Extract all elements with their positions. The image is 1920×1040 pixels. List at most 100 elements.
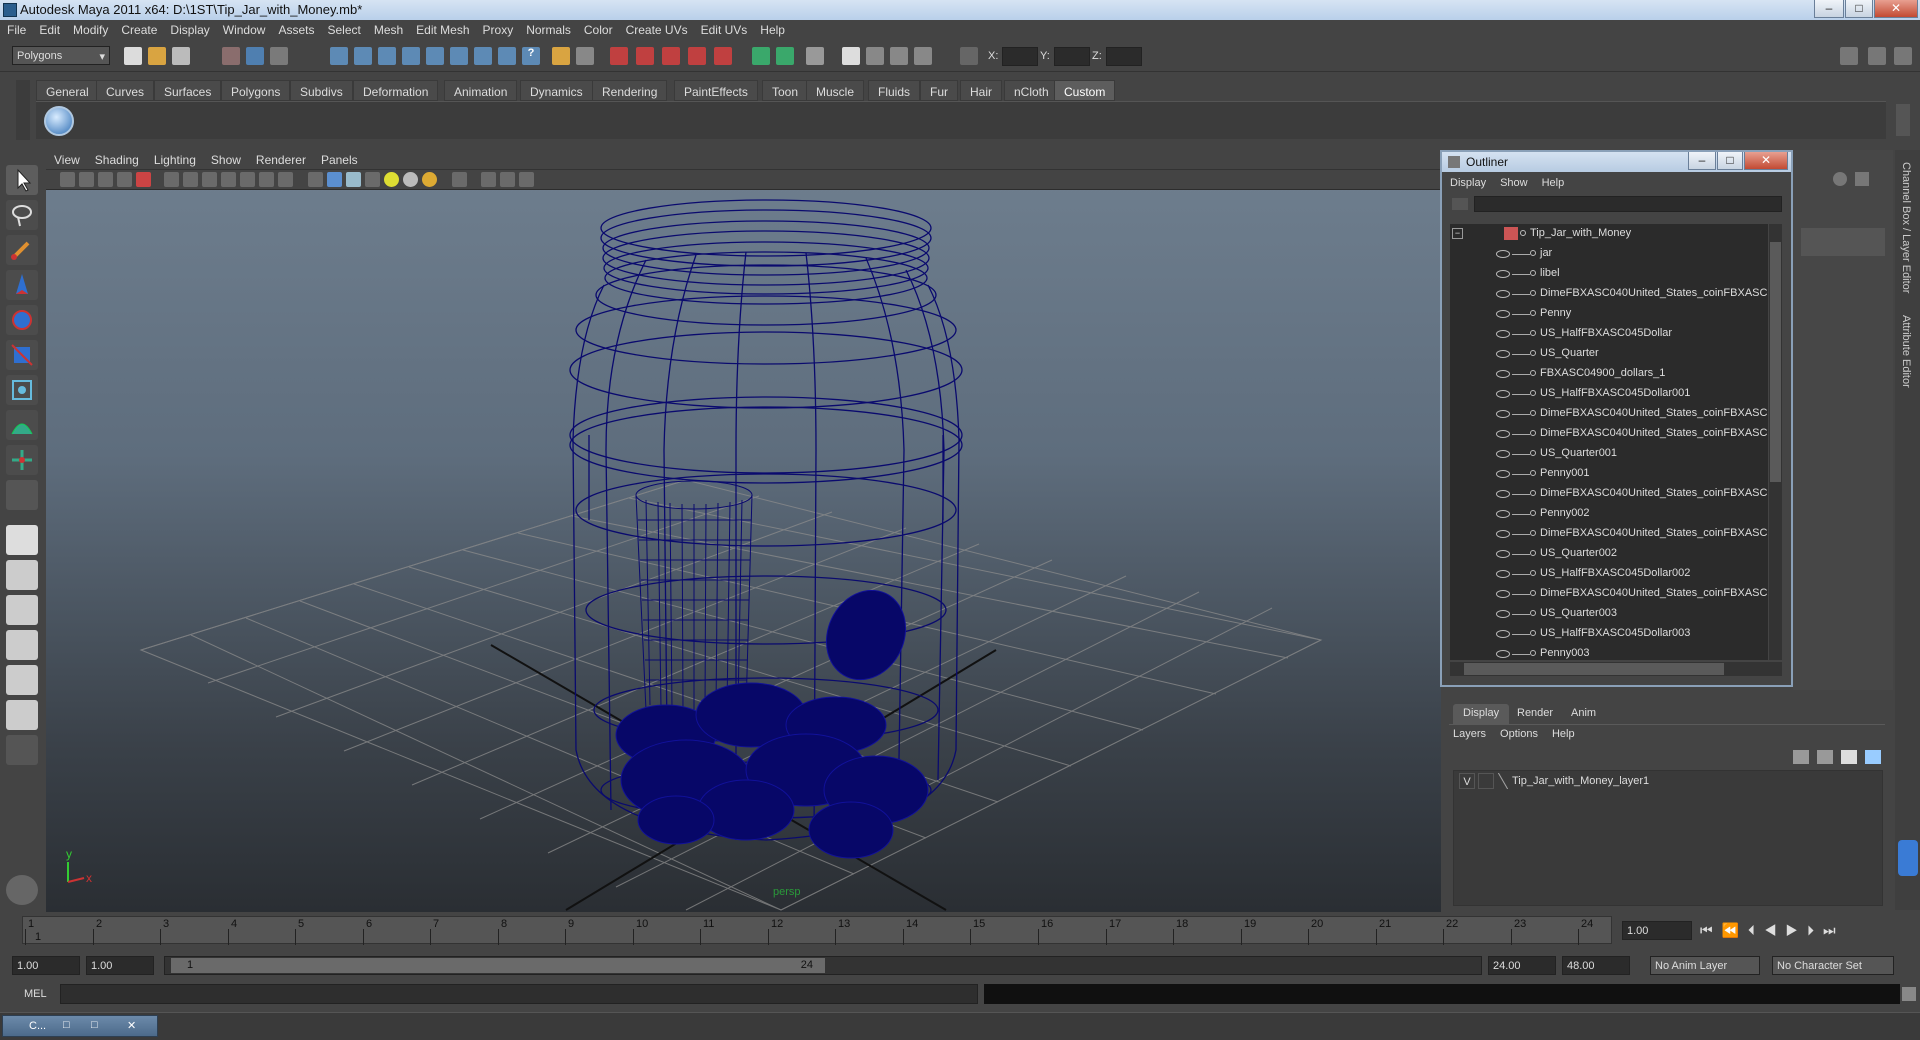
vp-menu-lighting[interactable]: Lighting bbox=[146, 150, 203, 167]
save-scene-icon[interactable] bbox=[172, 47, 190, 65]
paint-select-tool-icon[interactable] bbox=[6, 235, 38, 265]
layer-menu-options[interactable]: Options bbox=[1500, 728, 1538, 740]
current-frame-marker[interactable]: 1 bbox=[35, 931, 41, 943]
maximize-button[interactable]: □ bbox=[1845, 0, 1873, 18]
menu-normals[interactable]: Normals bbox=[519, 20, 577, 37]
vp-menu-renderer[interactable]: Renderer bbox=[248, 150, 313, 167]
outliner-item[interactable]: US_Quarter001 bbox=[1450, 444, 1768, 464]
shelf-tab-rendering[interactable]: Rendering bbox=[592, 80, 668, 101]
xray-joints-icon[interactable] bbox=[500, 172, 515, 187]
outliner-list[interactable]: − Tip_Jar_with_Money jar libel DimeFBXASC040… bbox=[1450, 224, 1768, 660]
menu-edit[interactable]: Edit bbox=[32, 20, 66, 37]
menu-file[interactable]: File bbox=[0, 20, 32, 37]
image-plane-icon[interactable] bbox=[117, 172, 132, 187]
outliner-menu-show[interactable]: Show bbox=[1492, 174, 1534, 189]
default-light-icon[interactable] bbox=[422, 172, 437, 187]
scale-tool-icon[interactable] bbox=[6, 340, 38, 370]
shelf-tab-muscle[interactable]: Muscle bbox=[806, 80, 865, 101]
vp-menu-shading[interactable]: Shading bbox=[87, 150, 146, 167]
outliner-horizontal-scrollbar[interactable] bbox=[1450, 662, 1782, 676]
shelf-tab-general[interactable]: General bbox=[36, 80, 99, 101]
open-scene-icon[interactable] bbox=[148, 47, 166, 65]
mode-select[interactable]: Polygons ▾ bbox=[12, 46, 110, 65]
range-slider-bar[interactable]: 1 24 bbox=[171, 958, 825, 973]
layer-color-swatch[interactable] bbox=[1498, 773, 1508, 789]
shelf-tab-painteffects[interactable]: PaintEffects bbox=[674, 80, 758, 101]
gate-mask-icon[interactable] bbox=[221, 172, 236, 187]
y-field[interactable] bbox=[1054, 47, 1090, 66]
resolution-gate-icon[interactable] bbox=[202, 172, 217, 187]
layer-visibility-toggle[interactable]: V bbox=[1459, 773, 1475, 789]
shadows-icon[interactable] bbox=[403, 172, 418, 187]
move-tool-icon[interactable] bbox=[6, 270, 38, 300]
shelf-tab-toon[interactable]: Toon bbox=[762, 80, 809, 101]
highlight-selection-icon[interactable] bbox=[576, 47, 594, 65]
isolate-select-icon[interactable] bbox=[452, 172, 467, 187]
close-button[interactable]: ✕ bbox=[1874, 0, 1918, 18]
outliner-titlebar[interactable]: Outliner – □ ✕ bbox=[1442, 152, 1791, 172]
layer-name[interactable]: Tip_Jar_with_Money_layer1 bbox=[1512, 775, 1649, 787]
outliner-maximize-button[interactable]: □ bbox=[1717, 152, 1743, 170]
script-editor-icon[interactable] bbox=[1902, 987, 1916, 1001]
outliner-item[interactable]: US_Quarter002 bbox=[1450, 544, 1768, 564]
shelf-tab-curves[interactable]: Curves bbox=[96, 80, 155, 101]
persp-outliner-layout-icon[interactable] bbox=[6, 595, 38, 625]
end-time-field[interactable]: 48.00 bbox=[1562, 956, 1630, 975]
vp-menu-view[interactable]: View bbox=[46, 150, 87, 167]
outliner-menu-help[interactable]: Help bbox=[1534, 174, 1571, 189]
layout-menu-icon[interactable] bbox=[6, 735, 38, 765]
outliner-item[interactable]: DimeFBXASC040United_States_coinFBXASC041 bbox=[1450, 404, 1768, 424]
command-language-label[interactable]: MEL bbox=[24, 988, 47, 1000]
persp-hypershade-layout-icon[interactable] bbox=[6, 700, 38, 730]
shelf-tab-fur[interactable]: Fur bbox=[920, 80, 958, 101]
last-tool-icon[interactable] bbox=[6, 480, 38, 510]
outliner-item[interactable]: US_HalfFBXASC045Dollar bbox=[1450, 324, 1768, 344]
step-forward-key-icon[interactable]: ⏵ bbox=[1807, 922, 1823, 938]
snap-point-icon[interactable] bbox=[662, 47, 680, 65]
outliner-root-item[interactable]: − Tip_Jar_with_Money bbox=[1450, 224, 1768, 244]
shelf-tab-animation[interactable]: Animation bbox=[444, 80, 518, 101]
textured-icon[interactable] bbox=[365, 172, 380, 187]
new-layer-selected-icon[interactable] bbox=[1865, 750, 1881, 764]
snap-curve-icon[interactable] bbox=[636, 47, 654, 65]
smooth-shade-icon[interactable] bbox=[327, 172, 342, 187]
vp-menu-show[interactable]: Show bbox=[203, 150, 248, 167]
grid-icon[interactable] bbox=[164, 172, 179, 187]
outliner-item[interactable]: US_Quarter003 bbox=[1450, 604, 1768, 624]
hand-icon[interactable] bbox=[6, 875, 38, 905]
use-all-lights-icon[interactable] bbox=[384, 172, 399, 187]
shelf-tab-polygons[interactable]: Polygons bbox=[221, 80, 291, 101]
persp-graph-layout-icon[interactable] bbox=[6, 630, 38, 660]
anim-layer-select[interactable]: No Anim Layer bbox=[1650, 956, 1760, 975]
select-joint-icon[interactable] bbox=[354, 47, 372, 65]
outliner-menu-display[interactable]: Display bbox=[1442, 174, 1492, 189]
outliner-item[interactable]: US_Quarter bbox=[1450, 344, 1768, 364]
outliner-item[interactable]: DimeFBXASC040United_States_coinFBXASC041 bbox=[1450, 524, 1768, 544]
time-ruler[interactable]: 1 2 3 4 5 6 7 8 9 10 11 12 13 14 15 16 17 18 19 20 21 22 23 24 1 bbox=[22, 916, 1612, 945]
outliner-item[interactable]: Penny bbox=[1450, 304, 1768, 324]
menu-window[interactable]: Window bbox=[216, 20, 272, 37]
menu-edit-uvs[interactable]: Edit UVs bbox=[694, 20, 754, 37]
camera-attributes-icon[interactable] bbox=[79, 172, 94, 187]
menu-proxy[interactable]: Proxy bbox=[476, 20, 520, 37]
shelf-scroll[interactable] bbox=[1896, 104, 1910, 136]
render-settings-icon[interactable] bbox=[914, 47, 932, 65]
select-curve-icon[interactable] bbox=[378, 47, 396, 65]
menu-select[interactable]: Select bbox=[320, 20, 366, 37]
show-manipulator-icon[interactable] bbox=[6, 445, 38, 475]
lock-selection-icon[interactable] bbox=[552, 47, 570, 65]
shelf-tab-surfaces[interactable]: Surfaces bbox=[154, 80, 222, 101]
soft-mod-tool-icon[interactable] bbox=[6, 410, 38, 440]
playback-start-field[interactable]: 1.00 bbox=[86, 956, 154, 975]
outliner-filter-input[interactable] bbox=[1474, 196, 1782, 212]
menu-assets[interactable]: Assets bbox=[271, 20, 320, 37]
lasso-tool-icon[interactable] bbox=[6, 200, 38, 230]
select-handle-icon[interactable] bbox=[330, 47, 348, 65]
film-gate-icon[interactable] bbox=[183, 172, 198, 187]
layer-row[interactable]: V Tip_Jar_with_Money_layer1 bbox=[1456, 773, 1880, 791]
xray-components-icon[interactable] bbox=[519, 172, 534, 187]
vp-menu-panels[interactable]: Panels bbox=[313, 150, 365, 167]
playback-end-field[interactable]: 24.00 bbox=[1488, 956, 1556, 975]
help-line-icon[interactable] bbox=[1898, 840, 1918, 876]
restore-icon[interactable]: □ bbox=[63, 1019, 70, 1031]
